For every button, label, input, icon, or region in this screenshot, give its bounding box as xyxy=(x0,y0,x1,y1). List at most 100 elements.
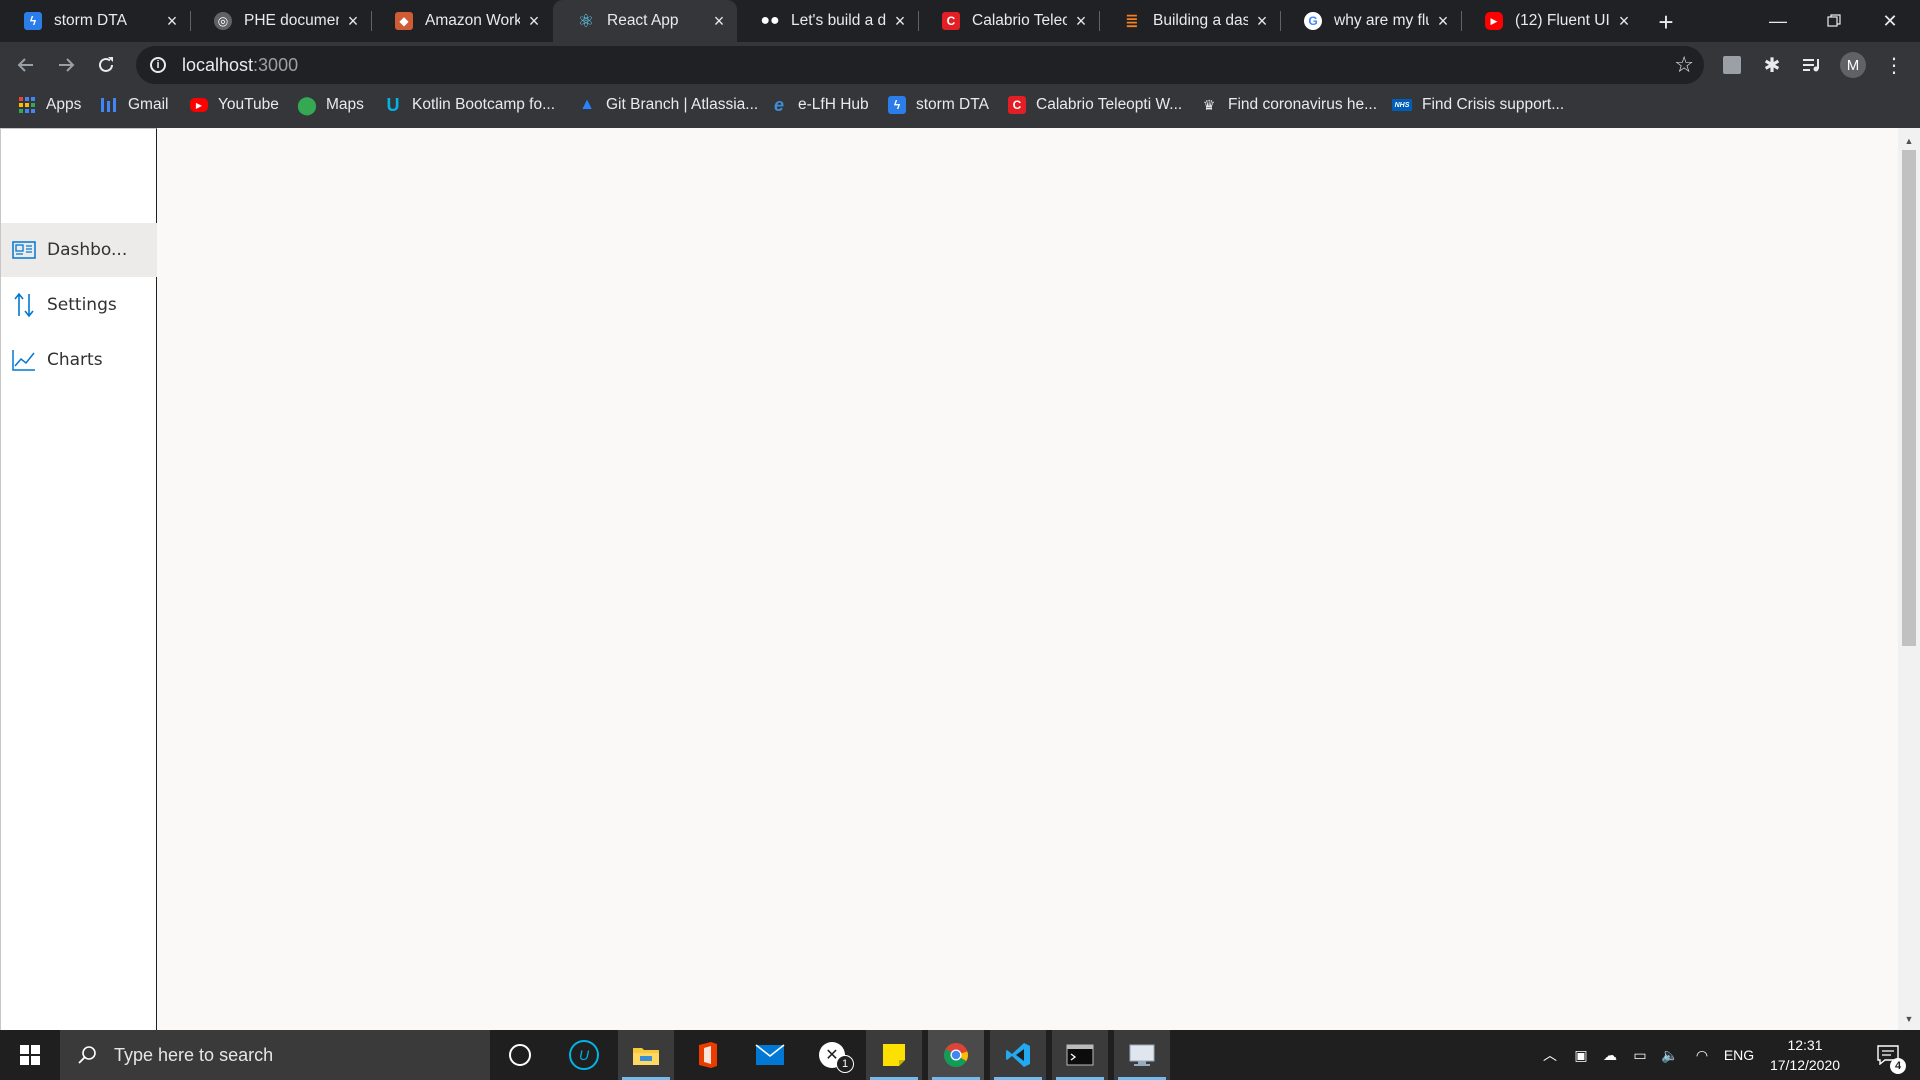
bookmark-label: Find Crisis support... xyxy=(1422,96,1565,113)
cortana-button[interactable] xyxy=(492,1030,548,1080)
page-viewport: Dashbo... Settings Charts ▲ ▼ xyxy=(0,128,1920,1030)
tab-lets-build-a-dashboard[interactable]: ●● Let's build a da × xyxy=(737,0,918,42)
tray-battery[interactable]: ▭ xyxy=(1626,1030,1654,1080)
restore-icon xyxy=(1827,14,1841,27)
reload-button[interactable] xyxy=(90,49,122,81)
tab-title: why are my flu xyxy=(1334,12,1429,29)
action-center-button[interactable]: 4 xyxy=(1866,1030,1910,1080)
bookmark-youtube[interactable]: ▶ YouTube xyxy=(190,88,279,122)
tab-calabrio-teleopti[interactable]: C Calabrio Teleop × xyxy=(918,0,1099,42)
bookmark-apps[interactable]: Apps xyxy=(18,88,81,122)
nhs-icon: NHS xyxy=(1392,99,1412,111)
youtube-icon: ▶ xyxy=(190,98,208,112)
chrome-menu-button[interactable]: ⋮ xyxy=(1880,51,1908,79)
taskbar-app-file-explorer[interactable] xyxy=(618,1030,674,1080)
tab-phe-document[interactable]: ◎ PHE document × xyxy=(190,0,371,42)
profile-button[interactable]: M xyxy=(1839,51,1867,79)
scroll-down-arrow-icon[interactable]: ▼ xyxy=(1898,1010,1920,1028)
taskbar-app-sticky-notes[interactable] xyxy=(866,1030,922,1080)
bookmark-find-coronavirus-help[interactable]: ♛ Find coronavirus he... xyxy=(1200,88,1377,122)
apps-grid-icon xyxy=(18,96,36,114)
tab-title: Building a dash xyxy=(1153,12,1248,29)
chrome-icon xyxy=(944,1043,968,1068)
close-icon[interactable]: × xyxy=(164,11,180,31)
cortana-icon xyxy=(509,1044,531,1066)
address-bar[interactable]: i localhost:3000 ☆ xyxy=(136,46,1704,84)
close-icon[interactable]: × xyxy=(345,11,361,31)
bookmark-kotlin-bootcamp[interactable]: U Kotlin Bootcamp fo... xyxy=(384,88,556,122)
extension-square-icon xyxy=(1723,56,1741,74)
taskbar-app-chrome[interactable] xyxy=(928,1030,984,1080)
bookmark-git-branch[interactable]: ▲ Git Branch | Atlassia... xyxy=(578,88,758,122)
clock[interactable]: 12:31 17/12/2020 xyxy=(1760,1030,1850,1080)
close-icon[interactable]: × xyxy=(1073,11,1089,31)
restore-button[interactable] xyxy=(1806,0,1862,42)
tray-language[interactable]: ENG xyxy=(1720,1030,1758,1080)
tab-react-app[interactable]: ⚛ React App × xyxy=(553,0,737,42)
extensions-menu-button[interactable]: ✱ xyxy=(1758,51,1786,79)
bookmark-label: Git Branch | Atlassia... xyxy=(606,96,759,113)
extension-button[interactable] xyxy=(1718,51,1746,79)
tab-google-search[interactable]: G why are my flu × xyxy=(1280,0,1461,42)
scroll-up-arrow-icon[interactable]: ▲ xyxy=(1898,132,1920,150)
tab-strip: ϟ storm DTA × ◎ PHE document × ◆ Amazon … xyxy=(0,0,1920,42)
search-input[interactable] xyxy=(112,1043,476,1067)
close-icon[interactable]: × xyxy=(526,11,542,31)
notification-badge: 4 xyxy=(1890,1058,1906,1074)
show-hidden-icons-button[interactable]: ︿ xyxy=(1536,1030,1564,1080)
storm-icon: ϟ xyxy=(888,96,906,114)
taskbar-app-terminal[interactable] xyxy=(1052,1030,1108,1080)
close-icon[interactable]: × xyxy=(892,11,908,31)
tab-youtube-fluent-ui[interactable]: ▶ (12) Fluent UI R × xyxy=(1461,0,1642,42)
back-button[interactable] xyxy=(10,49,42,81)
minimize-button[interactable]: — xyxy=(1750,0,1806,42)
tab-building-a-dashboard[interactable]: ≣ Building a dash × xyxy=(1099,0,1280,42)
tab-storm-dta[interactable]: ϟ storm DTA × xyxy=(0,0,190,42)
bookmark-star-icon[interactable]: ☆ xyxy=(1674,52,1694,78)
url-host: localhost xyxy=(182,54,254,75)
taskbar-app-udacity[interactable]: U xyxy=(556,1030,612,1080)
language-indicator: ENG xyxy=(1723,1047,1755,1063)
maps-pin-icon: ⬤ xyxy=(296,94,318,115)
tray-onedrive[interactable]: ☁ xyxy=(1596,1030,1624,1080)
bookmark-storm-dta[interactable]: ϟ storm DTA xyxy=(888,88,989,122)
info-icon[interactable]: i xyxy=(150,57,166,73)
tray-network[interactable]: ◠ xyxy=(1688,1030,1716,1080)
reload-icon xyxy=(99,57,113,72)
page-scrollbar[interactable]: ▲ ▼ xyxy=(1898,128,1920,1030)
tab-title: PHE document xyxy=(244,12,339,29)
taskbar-app-office[interactable] xyxy=(680,1030,736,1080)
tray-volume[interactable]: 🔈 xyxy=(1656,1030,1684,1080)
scrollbar-thumb[interactable] xyxy=(1902,150,1916,646)
tab-title: Calabrio Teleop xyxy=(972,12,1067,29)
bookmark-gmail[interactable]: Gmail xyxy=(100,88,168,122)
close-icon[interactable]: × xyxy=(1254,11,1270,31)
media-controls-button[interactable] xyxy=(1798,51,1826,79)
avatar: M xyxy=(1840,52,1866,78)
url-text: localhost:3000 xyxy=(182,55,298,76)
taskbar-app-remote-desktop[interactable] xyxy=(1114,1030,1170,1080)
bookmark-elfh-hub[interactable]: e e-LfH Hub xyxy=(770,88,869,122)
taskbar-search[interactable] xyxy=(60,1030,490,1080)
close-icon[interactable]: × xyxy=(1616,11,1632,31)
tab-amazon-workspaces[interactable]: ◆ Amazon WorkS × xyxy=(371,0,552,42)
nav-item-dashboard[interactable]: Dashbo... xyxy=(1,223,157,277)
new-tab-button[interactable]: + xyxy=(1652,7,1680,37)
puzzle-icon: ✱ xyxy=(1763,54,1781,77)
close-icon[interactable]: × xyxy=(711,11,727,31)
taskbar-app-vscode[interactable] xyxy=(990,1030,1046,1080)
bookmark-maps[interactable]: ⬤ Maps xyxy=(296,88,364,122)
close-window-button[interactable]: ✕ xyxy=(1862,0,1918,42)
forward-button[interactable] xyxy=(50,49,82,81)
nav-item-settings[interactable]: Settings xyxy=(1,278,157,332)
bookmark-label: Find coronavirus he... xyxy=(1228,96,1378,113)
bookmark-find-crisis-support[interactable]: NHS Find Crisis support... xyxy=(1392,88,1564,122)
close-icon[interactable]: × xyxy=(1435,11,1451,31)
taskbar-app-mail[interactable] xyxy=(742,1030,798,1080)
nav-item-charts[interactable]: Charts xyxy=(1,333,157,387)
start-button[interactable] xyxy=(0,1030,60,1080)
tray-meet-now[interactable]: ▣ xyxy=(1568,1030,1594,1080)
bookmark-calabrio-teleopti[interactable]: C Calabrio Teleopti W... xyxy=(1008,88,1182,122)
nav-item-label: Settings xyxy=(47,295,117,315)
taskbar-app-xbox[interactable]: ✕ 1 xyxy=(804,1030,860,1080)
